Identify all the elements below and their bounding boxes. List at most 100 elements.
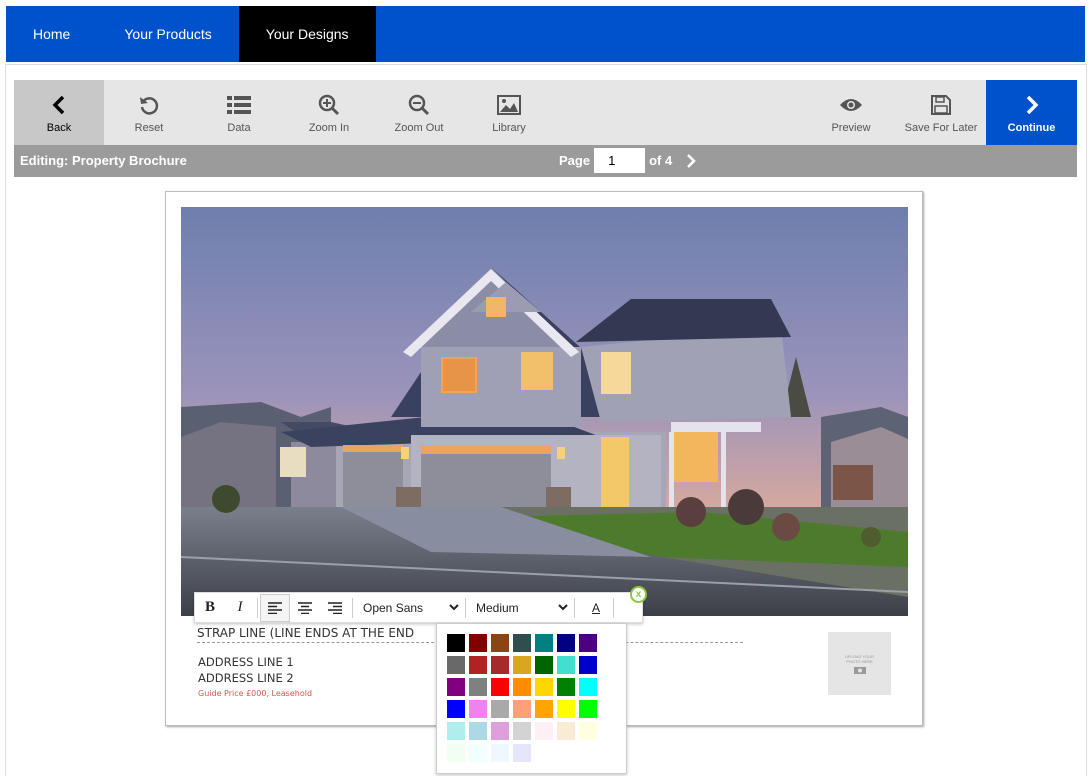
color-swatch[interactable] <box>535 678 553 696</box>
color-swatch[interactable] <box>557 700 575 718</box>
color-swatch[interactable] <box>579 744 597 762</box>
library-label: Library <box>492 121 526 134</box>
color-swatch[interactable] <box>491 722 509 740</box>
font-size-select[interactable]: Medium <box>468 596 572 620</box>
align-left-button[interactable] <box>260 593 290 622</box>
address-line-2[interactable]: ADDRESS LINE 2 <box>198 671 294 685</box>
color-swatch[interactable] <box>469 700 487 718</box>
align-center-icon <box>298 601 312 614</box>
library-button[interactable]: Library <box>464 80 554 145</box>
image-icon <box>496 92 522 118</box>
color-swatch[interactable] <box>491 744 509 762</box>
zoom-out-label: Zoom Out <box>394 121 444 134</box>
guide-price-text[interactable]: Guide Price £000, Leasehold <box>198 689 312 698</box>
eye-icon <box>838 92 864 118</box>
color-swatch[interactable] <box>469 634 487 652</box>
color-swatch[interactable] <box>579 678 597 696</box>
font-family-select[interactable]: Open Sans <box>355 596 463 620</box>
color-swatch[interactable] <box>535 744 553 762</box>
zoom-out-button[interactable]: Zoom Out <box>374 80 464 145</box>
chevron-right-icon <box>1019 92 1045 118</box>
color-swatch[interactable] <box>579 700 597 718</box>
align-left-icon <box>268 601 282 614</box>
zoom-in-icon <box>316 92 342 118</box>
color-swatch[interactable] <box>447 656 465 674</box>
color-swatch[interactable] <box>447 722 465 740</box>
color-swatch[interactable] <box>469 678 487 696</box>
next-page-icon[interactable] <box>686 153 696 168</box>
text-format-toolbar: B I Open Sans Medium A <box>194 592 643 623</box>
color-swatch[interactable] <box>579 656 597 674</box>
color-swatch[interactable] <box>469 656 487 674</box>
toolbar-divider <box>257 597 258 618</box>
color-swatch[interactable] <box>557 722 575 740</box>
color-swatch[interactable] <box>557 744 575 762</box>
color-swatch[interactable] <box>579 722 597 740</box>
color-swatch[interactable] <box>535 722 553 740</box>
nav-your-products[interactable]: Your Products <box>97 6 238 62</box>
color-swatch[interactable] <box>469 722 487 740</box>
page-label: Page <box>559 153 591 168</box>
undo-icon <box>136 92 162 118</box>
preview-button[interactable]: Preview <box>806 80 896 145</box>
toolbar-divider <box>574 597 575 618</box>
zoom-in-label: Zoom In <box>308 121 350 134</box>
color-swatch[interactable] <box>469 744 487 762</box>
color-swatch[interactable] <box>513 678 531 696</box>
color-swatch[interactable] <box>513 744 531 762</box>
bold-button[interactable]: B <box>195 594 225 622</box>
page-number-input[interactable] <box>594 148 646 173</box>
color-swatch-grid <box>447 634 597 762</box>
nav-home[interactable]: Home <box>6 6 97 62</box>
data-button[interactable]: Data <box>194 80 284 145</box>
preview-label: Preview <box>831 121 871 134</box>
chevron-down-icon <box>449 604 459 611</box>
align-center-button[interactable] <box>290 594 320 622</box>
color-swatch[interactable] <box>535 656 553 674</box>
font-color-button[interactable]: A <box>581 594 611 622</box>
address-line-1[interactable]: ADDRESS LINE 1 <box>198 655 294 669</box>
top-nav: Home Your Products Your Designs <box>6 6 1085 62</box>
color-swatch[interactable] <box>579 634 597 652</box>
back-label: Back <box>46 121 72 134</box>
save-for-later-button[interactable]: Save For Later <box>896 80 986 145</box>
logo-image-placeholder[interactable]: UPLOAD YOUR PHOTO HERE <box>828 632 891 695</box>
color-swatch[interactable] <box>535 634 553 652</box>
property-photo[interactable] <box>181 207 908 616</box>
color-swatch[interactable] <box>513 722 531 740</box>
color-swatch[interactable] <box>557 634 575 652</box>
color-swatch[interactable] <box>557 656 575 674</box>
color-swatch[interactable] <box>513 700 531 718</box>
color-swatch[interactable] <box>491 678 509 696</box>
data-label: Data <box>227 121 251 134</box>
floppy-disk-icon <box>928 92 954 118</box>
save-for-later-label: Save For Later <box>904 121 978 134</box>
close-format-toolbar-button[interactable]: x <box>630 586 647 603</box>
continue-button[interactable]: Continue <box>986 80 1077 145</box>
back-button[interactable]: Back <box>14 80 104 145</box>
color-swatch[interactable] <box>491 634 509 652</box>
page-total: of 4 <box>649 153 673 168</box>
zoom-out-icon <box>406 92 432 118</box>
color-swatch[interactable] <box>491 656 509 674</box>
toolbar-divider <box>613 597 614 618</box>
align-right-button[interactable] <box>320 594 350 622</box>
color-swatch[interactable] <box>557 678 575 696</box>
color-swatch[interactable] <box>447 700 465 718</box>
color-swatch[interactable] <box>513 634 531 652</box>
color-swatch[interactable] <box>447 744 465 762</box>
toolbar-divider <box>465 597 466 618</box>
color-swatch[interactable] <box>491 700 509 718</box>
italic-button[interactable]: I <box>225 594 255 622</box>
color-swatch[interactable] <box>535 700 553 718</box>
list-icon <box>226 92 252 118</box>
zoom-in-button[interactable]: Zoom In <box>284 80 374 145</box>
nav-your-designs[interactable]: Your Designs <box>238 6 376 62</box>
editing-title: Editing: Property Brochure <box>20 153 187 168</box>
reset-button[interactable]: Reset <box>104 80 194 145</box>
color-swatch[interactable] <box>447 678 465 696</box>
editor-toolbar: Back Reset Data Zoom In Zoom Out Library… <box>14 80 1077 145</box>
color-swatch[interactable] <box>447 634 465 652</box>
color-swatch[interactable] <box>513 656 531 674</box>
align-right-icon <box>328 601 342 614</box>
